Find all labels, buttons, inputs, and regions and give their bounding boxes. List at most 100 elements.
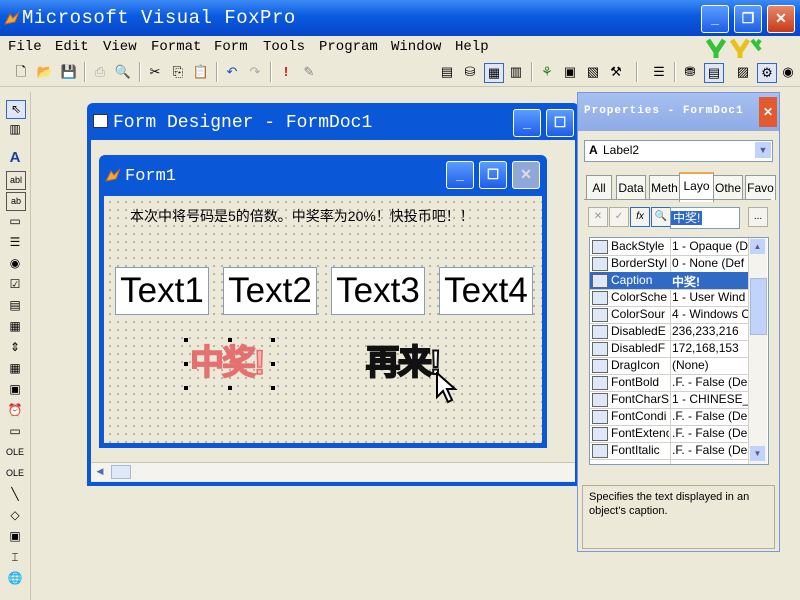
label-win[interactable]: 中奖! — [189, 335, 266, 384]
shape-tool-icon[interactable]: ◇ — [6, 507, 24, 524]
editbox-tool-icon[interactable]: ab — [6, 192, 26, 211]
tab-layout[interactable]: Layo — [679, 172, 714, 202]
textbox-text2[interactable]: Text2 — [223, 267, 317, 315]
class-library-icon[interactable]: ▥ — [6, 121, 24, 138]
menu-view[interactable]: View — [103, 39, 137, 55]
textbox-text3[interactable]: Text3 — [331, 267, 425, 315]
restore-button[interactable]: ❐ — [734, 5, 762, 33]
property-row[interactable]: FontItalic .F. - False (De — [590, 442, 748, 460]
property-grid-scrollbar[interactable]: ▲ ▼ — [748, 238, 767, 464]
property-row[interactable]: DragIcon (None) — [590, 357, 748, 375]
command-group-tool-icon[interactable]: ☰ — [6, 234, 24, 251]
property-row[interactable]: BorderStyl 0 - None (Def — [590, 255, 748, 273]
tab-favorites[interactable]: Favo — [745, 175, 776, 200]
scroll-up-icon[interactable]: ▲ — [750, 239, 765, 254]
fd-minimize-button[interactable]: _ — [513, 109, 541, 137]
selection-handle[interactable] — [228, 338, 232, 342]
option-group-tool-icon[interactable]: ◉ — [6, 255, 24, 272]
menu-format[interactable]: Format — [151, 39, 201, 55]
property-row[interactable]: FontCharS 1 - CHINESE_ — [590, 391, 748, 409]
property-row[interactable]: FontExtenc .F. - False (De — [590, 425, 748, 443]
property-row[interactable]: ColorSour 4 - Windows C — [590, 306, 748, 324]
build-icon[interactable]: ⚒ — [607, 63, 625, 81]
spinner-tool-icon[interactable]: ⇕ — [6, 339, 24, 356]
property-grid[interactable]: BackStyle 1 - Opaque (D BorderStyl 0 - Non… — [589, 237, 769, 465]
selection-handle[interactable] — [271, 338, 275, 342]
checkbox-tool-icon[interactable]: ☑ — [6, 276, 24, 293]
combobox-tool-icon[interactable]: ▤ — [6, 297, 24, 314]
separator-tool-icon[interactable]: ⌶ — [6, 549, 24, 566]
cut-icon[interactable]: ✂ — [146, 63, 164, 81]
view-icon[interactable]: ▧ — [584, 63, 602, 81]
new-icon[interactable]: 🗋 — [12, 63, 30, 81]
timer-tool-icon[interactable]: ⏰ — [6, 402, 24, 419]
selection-handle[interactable] — [184, 338, 188, 342]
open-icon[interactable]: 📂 — [36, 63, 54, 81]
selection-handle[interactable] — [184, 362, 188, 366]
app-title-bar[interactable]: Microsoft Visual FoxPro _ ❐ ✕ — [0, 0, 800, 36]
selection-handle[interactable] — [228, 386, 232, 390]
properties-window[interactable]: Properties - FormDoc1 ✕ A Label2 ▼ All D… — [577, 92, 780, 552]
fd-horizontal-scrollbar[interactable]: ◀ — [91, 462, 575, 481]
data-session-icon[interactable]: ⛁ — [461, 63, 479, 81]
properties-close-button[interactable]: ✕ — [759, 97, 777, 127]
chevron-down-icon[interactable]: ▼ — [755, 142, 771, 158]
pageframe-tool-icon[interactable]: ▭ — [6, 423, 24, 440]
property-row-selected[interactable]: Caption 中奖! — [590, 272, 748, 290]
zoom-icon[interactable]: 🔍 — [651, 207, 671, 227]
menu-program[interactable]: Program — [319, 39, 378, 55]
selection-handle[interactable] — [184, 386, 188, 390]
layout-icon[interactable]: ☰ — [650, 63, 668, 81]
form1-minimize-button[interactable]: _ — [446, 161, 474, 189]
menu-icon[interactable]: ▤ — [704, 63, 724, 83]
object-selector[interactable]: A Label2 ▼ — [584, 140, 773, 162]
code-icon[interactable]: ⚘ — [538, 63, 556, 81]
grid-tool-icon[interactable]: ▦ — [6, 360, 24, 377]
ellipsis-button[interactable]: ... — [748, 207, 768, 227]
command-window-icon[interactable]: ▤ — [438, 63, 456, 81]
menu-window[interactable]: Window — [391, 39, 441, 55]
fd-maximize-button[interactable]: ☐ — [546, 109, 574, 137]
textbox-text1[interactable]: Text1 — [115, 267, 209, 315]
menu-edit[interactable]: Edit — [55, 39, 89, 55]
label-again[interactable]: 再来! — [365, 335, 442, 384]
property-row[interactable]: ColorSche 1 - User Wind — [590, 289, 748, 307]
toolbox-icon[interactable]: ⚙ — [757, 63, 777, 83]
tab-data[interactable]: Data — [616, 175, 646, 200]
form-designer-icon[interactable]: ▦ — [484, 63, 504, 83]
menu-help[interactable]: Help — [455, 39, 489, 55]
menu-file[interactable]: File — [8, 39, 42, 55]
color-icon[interactable]: ◉ — [779, 63, 797, 81]
minimize-button[interactable]: _ — [701, 5, 729, 33]
label-tool-icon[interactable]: A — [6, 149, 24, 166]
ole-container-tool-icon[interactable]: OLE — [6, 444, 24, 461]
property-row[interactable]: FontCondi .F. - False (De — [590, 408, 748, 426]
property-row[interactable]: DisabledE 236,233,216 — [590, 323, 748, 341]
selection-handle[interactable] — [271, 386, 275, 390]
selection-handle[interactable] — [271, 362, 275, 366]
modify-icon[interactable]: ✎ — [300, 63, 318, 81]
hyperlink-tool-icon[interactable]: 🌐 — [6, 570, 24, 587]
scroll-thumb[interactable] — [750, 278, 767, 335]
function-icon[interactable]: fx — [630, 207, 650, 227]
accept-edit-icon[interactable]: ✓ — [609, 207, 629, 227]
window-icon[interactable]: ▨ — [734, 63, 752, 81]
command-button-tool-icon[interactable]: ▭ — [6, 213, 24, 230]
properties-title-bar[interactable]: Properties - FormDoc1 ✕ — [578, 93, 779, 131]
report-icon[interactable]: ▥ — [507, 63, 525, 81]
scroll-left-icon[interactable]: ◀ — [93, 464, 107, 478]
tab-other[interactable]: Othe — [713, 175, 743, 200]
form1-canvas[interactable] — [104, 196, 542, 443]
container-tool-icon[interactable]: ▣ — [6, 528, 24, 545]
property-value-input[interactable]: 中奖! — [670, 207, 740, 229]
paste-icon[interactable]: 📋 — [192, 63, 210, 81]
line-tool-icon[interactable]: ╲ — [6, 486, 24, 503]
cancel-edit-icon[interactable]: ✕ — [588, 207, 608, 227]
run-icon[interactable]: ! — [277, 63, 295, 81]
print-preview-icon[interactable]: 🔍 — [114, 63, 132, 81]
property-row[interactable]: FontBold .F. - False (De — [590, 374, 748, 392]
save-icon[interactable]: 💾 — [60, 63, 78, 81]
undo-icon[interactable]: ↶ — [223, 63, 241, 81]
menu-tools[interactable]: Tools — [263, 39, 305, 55]
data-env-icon[interactable]: ⛃ — [681, 63, 699, 81]
